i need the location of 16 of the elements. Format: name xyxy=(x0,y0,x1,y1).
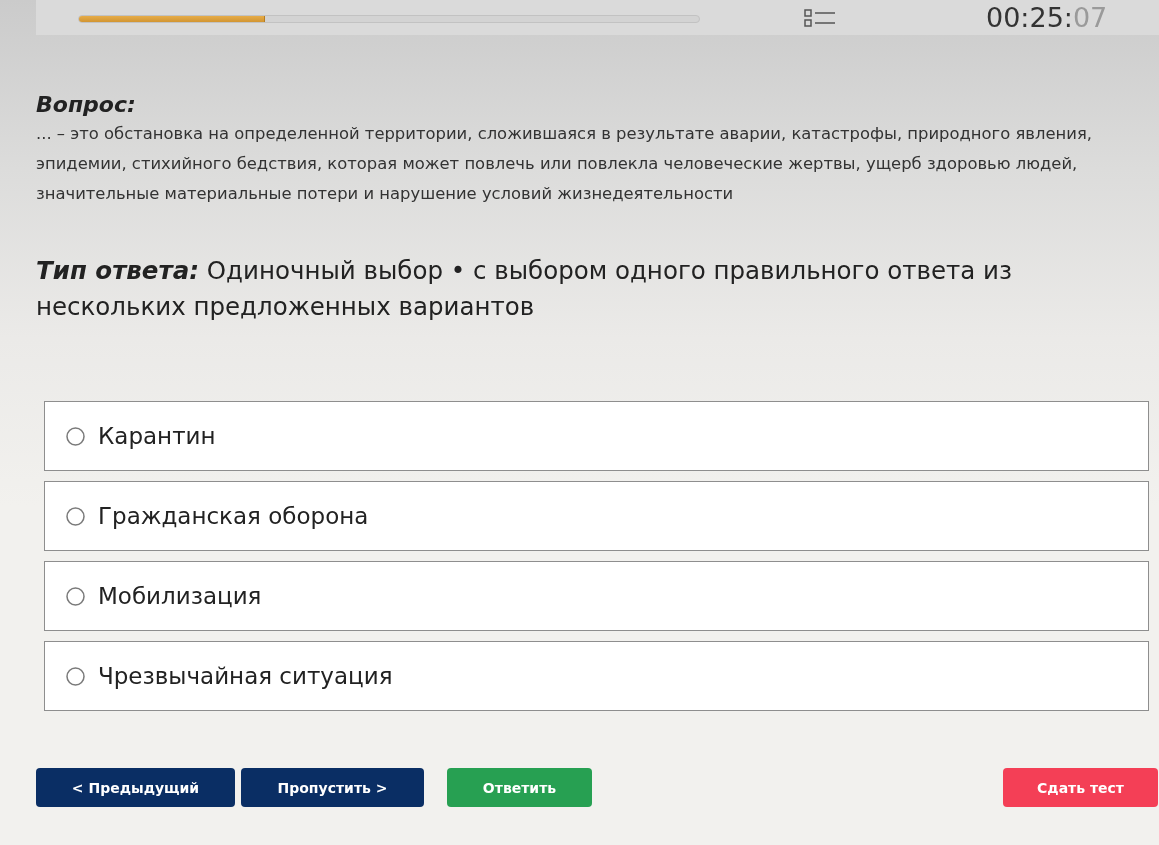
timer: 00:25:07 xyxy=(986,1,1108,34)
radio-icon[interactable] xyxy=(66,506,85,526)
answer-option[interactable]: Чрезвычайная ситуация xyxy=(44,641,1149,711)
navigation-button[interactable]: < Предыдущий xyxy=(36,768,235,807)
answer-option[interactable]: Гражданская оборона xyxy=(44,481,1149,551)
answer-option[interactable]: Карантин xyxy=(44,401,1149,471)
answer-option[interactable]: Мобилизация xyxy=(44,561,1149,631)
radio-icon[interactable] xyxy=(66,586,85,606)
list-icon[interactable] xyxy=(804,7,836,28)
finish-test-button[interactable]: Сдать тест xyxy=(1003,768,1158,807)
question-label: Вопрос: xyxy=(36,91,137,119)
navigation-button[interactable]: Пропустить > xyxy=(241,768,424,807)
radio-icon[interactable] xyxy=(66,666,85,686)
radio-icon[interactable] xyxy=(66,426,85,446)
answer-type-text: Тип ответа: Одиночный выбор • с выбором одного правильного ответа из нескольких предложенных вариантов xyxy=(36,255,1014,323)
question-text: ... – это обстановка на определенной территории, сложившаяся в результате аварии, катастрофы, природного явления, эпидемии, стихийного бедствия, которая может повлечь или повлекла человеческие жертвы, ущерб здоровью людей, значительные материальные потери и нарушение условий жизнедеятельности xyxy=(36,123,1093,205)
